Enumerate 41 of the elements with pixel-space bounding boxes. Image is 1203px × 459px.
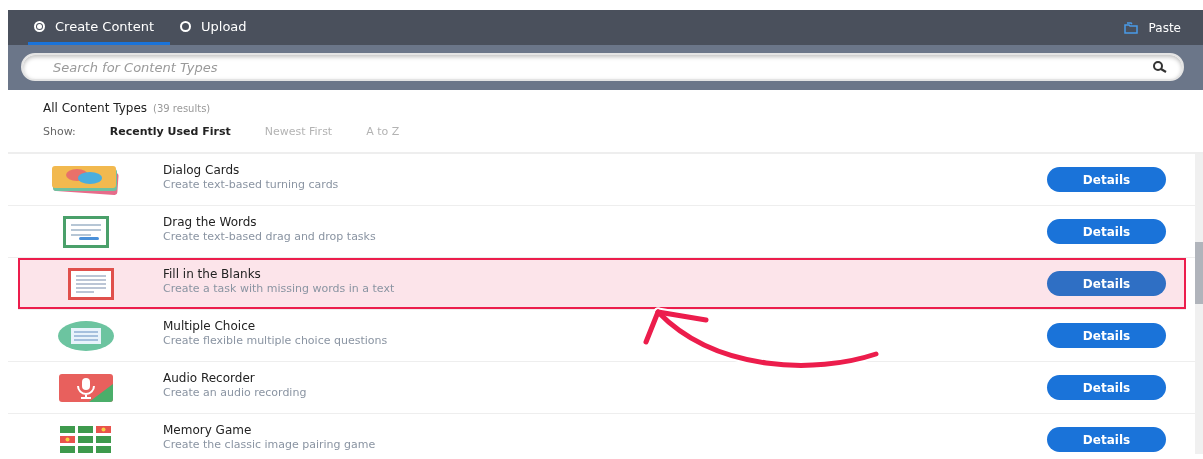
content-type-title: Memory Game: [163, 422, 253, 437]
list-row[interactable]: Memory Game Create the classic image pairing game Details: [8, 414, 1195, 454]
tab[interactable]: Upload: [174, 10, 263, 45]
content-type-description: Create flexible multiple choice questions: [163, 333, 389, 347]
paste-button[interactable]: Paste: [1117, 10, 1187, 45]
content-type-description: Create text-based drag and drop tasks: [163, 229, 377, 243]
content-type-title: Dialog Cards: [163, 162, 241, 177]
highlighted-row[interactable]: Fill in the Blanks Create a task with missing words in a text Details: [18, 258, 1186, 310]
details-button[interactable]: Details: [1047, 219, 1166, 244]
sort-option[interactable]: Recently Used First: [109, 125, 231, 138]
search-field[interactable]: Search for Content Types: [21, 53, 1184, 81]
details-button[interactable]: Details: [1047, 323, 1166, 348]
sort-label: Show:: [43, 125, 76, 138]
document-icon: [62, 215, 109, 248]
cards-icon: [50, 164, 121, 195]
details-button[interactable]: Details: [1047, 167, 1166, 192]
content-type-title: Multiple Choice: [163, 318, 257, 333]
content-type-title: Fill in the Blanks: [163, 266, 262, 281]
scrollbar[interactable]: [1195, 154, 1203, 454]
folder-icon: [1123, 21, 1139, 34]
details-button[interactable]: Details: [1047, 271, 1166, 296]
result-count: (39 results): [153, 103, 211, 114]
document-icon: [67, 267, 114, 300]
section-title: All Content Types: [43, 101, 148, 115]
content-type-title: Drag the Words: [163, 214, 258, 229]
details-button[interactable]: Details: [1047, 427, 1166, 452]
microphone-icon: [58, 373, 113, 402]
content-type-description: Create a task with missing words in a text: [163, 281, 396, 295]
content-type-description: Create text-based turning cards: [163, 177, 340, 191]
radio-icon: [180, 20, 192, 32]
details-button[interactable]: Details: [1047, 375, 1166, 400]
list-row[interactable]: Dialog Cards Create text-based turning cards Details: [8, 154, 1195, 206]
list-icon: [57, 320, 114, 351]
list-row[interactable]: Multiple Choice Create flexible multiple choice questions Details: [8, 310, 1195, 362]
grid-icon: [59, 425, 112, 454]
radio-icon: [34, 20, 45, 32]
content-type-title: Audio Recorder: [163, 370, 256, 385]
content-type-description: Create the classic image pairing game: [163, 437, 377, 451]
list-row[interactable]: Audio Recorder Create an audio recording Details: [8, 362, 1195, 414]
content-type-description: Create an audio recording: [163, 385, 308, 399]
search-icon[interactable]: [1152, 61, 1168, 73]
